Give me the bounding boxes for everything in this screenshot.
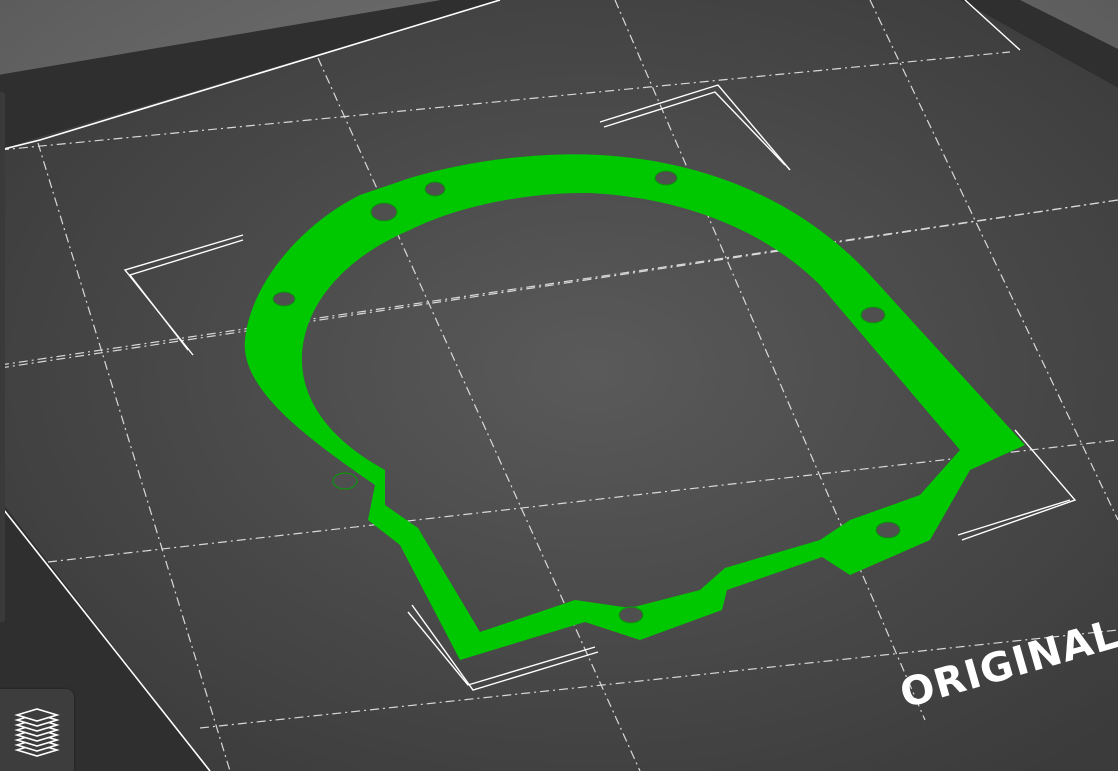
layers-button[interactable] [0, 689, 74, 771]
print-bed-scene[interactable]: ORIGINAL [0, 0, 1118, 771]
layers-icon [14, 708, 60, 757]
side-panel-tab[interactable] [0, 92, 5, 622]
3d-viewport[interactable]: ORIGINAL [0, 0, 1118, 771]
